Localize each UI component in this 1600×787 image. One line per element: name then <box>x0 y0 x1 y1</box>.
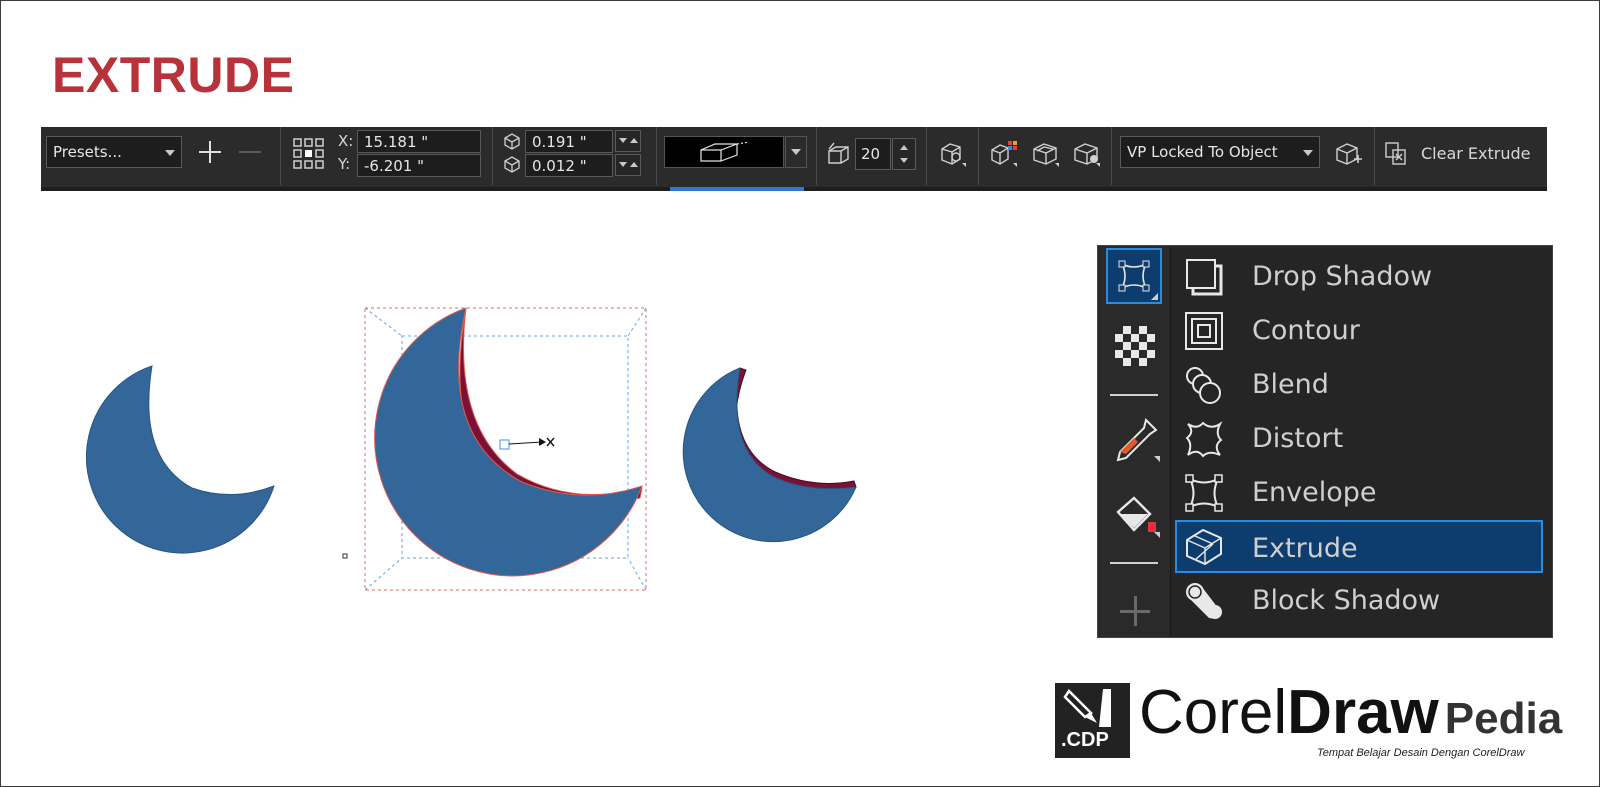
logo-tagline: Tempat Belajar Desain Dengan CorelDraw <box>1317 747 1525 759</box>
effects-toolbox-strip <box>1098 246 1171 637</box>
y-label: Y: <box>338 155 351 173</box>
y-position-value: -6.201 " <box>364 157 425 175</box>
vanishing-point-mode-label: VP Locked To Object <box>1127 143 1278 161</box>
eyedropper-tool-icon[interactable] <box>1112 416 1162 464</box>
blend-icon <box>1186 367 1221 404</box>
moon-shape-extruded-result <box>682 367 857 543</box>
page-title: EXTRUDE <box>52 47 295 103</box>
logo-word-pedia: Pedia <box>1444 694 1563 743</box>
logo-badge: .CDP <box>1055 683 1130 758</box>
logo-word-corel: Corel <box>1139 678 1288 747</box>
block-shadow-icon <box>1186 583 1222 619</box>
extrude-lighting-icon[interactable] <box>1072 139 1102 169</box>
envelope-tool-icon <box>1118 260 1150 292</box>
transparency-tool-icon[interactable] <box>1115 326 1155 366</box>
vanishing-point-x-value: 0.191 " <box>532 133 587 151</box>
depth-spinner[interactable] <box>892 138 916 170</box>
clear-extrude-icon <box>1385 142 1406 165</box>
menu-item-distort[interactable]: Distort <box>1175 412 1543 465</box>
extrude-icon <box>1186 528 1222 566</box>
vanishing-point-x-icon <box>504 133 520 150</box>
add-tool-button[interactable] <box>1120 596 1150 626</box>
extrude-rotation-icon[interactable] <box>938 139 968 169</box>
vanishing-point-x-field[interactable]: 0.191 " <box>525 130 613 153</box>
depth-value: 20 <box>861 145 881 163</box>
extrude-color-icon[interactable] <box>989 139 1019 169</box>
vanishing-point-mode-dropdown[interactable]: VP Locked To Object <box>1120 136 1320 168</box>
menu-item-drop-shadow[interactable]: Drop Shadow <box>1175 250 1543 303</box>
y-position-field[interactable]: -6.201 " <box>357 154 481 177</box>
effects-tool-button[interactable] <box>1106 248 1162 304</box>
contour-icon <box>1185 312 1223 350</box>
remove-preset-button[interactable] <box>237 139 263 165</box>
x-position-value: 15.181 " <box>364 133 429 151</box>
moon-shape-original <box>85 365 275 554</box>
fill-tool-icon[interactable] <box>1112 492 1162 540</box>
extrusion-type-icon <box>700 141 750 162</box>
vanishing-point-y-spinner[interactable] <box>615 154 641 176</box>
vanishing-point-x-spinner[interactable] <box>615 130 641 152</box>
logo-word-draw: Draw <box>1287 678 1439 747</box>
vanishing-point-y-value: 0.012 " <box>532 157 587 175</box>
coreldrawpedia-logo: .CDP CorelDraw Pedia Tempat Belajar Desai… <box>1055 678 1585 783</box>
chevron-down-icon <box>165 150 175 156</box>
effects-flyout-menu: Drop Shadow Contour Blend Distort Envelo… <box>1097 245 1553 638</box>
depth-field[interactable]: 20 <box>855 138 891 170</box>
distort-icon <box>1185 421 1223 458</box>
presets-label: Presets... <box>53 143 122 161</box>
menu-item-block-shadow[interactable]: Block Shadow <box>1175 574 1543 627</box>
chevron-down-icon <box>791 149 801 155</box>
vanishing-point-y-icon <box>504 156 520 173</box>
x-label: X: <box>338 132 354 150</box>
drop-shadow-icon <box>1186 259 1223 296</box>
add-preset-button[interactable] <box>197 139 223 165</box>
clear-extrude-button[interactable]: Clear Extrude <box>1421 144 1531 163</box>
object-position-icon <box>293 138 324 169</box>
menu-item-extrude[interactable]: Extrude <box>1175 520 1543 573</box>
presets-dropdown[interactable]: Presets... <box>46 136 182 168</box>
extrude-property-bar: Presets... X: Y: 15.181 " -6.201 " 0.191… <box>41 127 1547 191</box>
extrude-bevel-icon[interactable] <box>1031 139 1061 169</box>
active-tab-indicator <box>670 187 804 191</box>
copy-vanishing-point-icon[interactable] <box>1334 139 1364 169</box>
menu-item-contour[interactable]: Contour <box>1175 304 1543 357</box>
x-position-field[interactable]: 15.181 " <box>357 130 481 153</box>
extrusion-type-arrow-button[interactable] <box>785 136 807 168</box>
vanishing-point-y-field[interactable]: 0.012 " <box>525 154 613 177</box>
pen-nib-icon <box>1063 689 1111 727</box>
menu-item-envelope[interactable]: Envelope <box>1175 466 1543 519</box>
depth-icon <box>828 142 849 164</box>
chevron-down-icon <box>1303 150 1313 156</box>
menu-item-blend[interactable]: Blend <box>1175 358 1543 411</box>
extrusion-type-dropdown[interactable] <box>664 136 784 168</box>
envelope-icon <box>1185 474 1223 512</box>
moon-shape-extruding[interactable] <box>342 306 662 596</box>
